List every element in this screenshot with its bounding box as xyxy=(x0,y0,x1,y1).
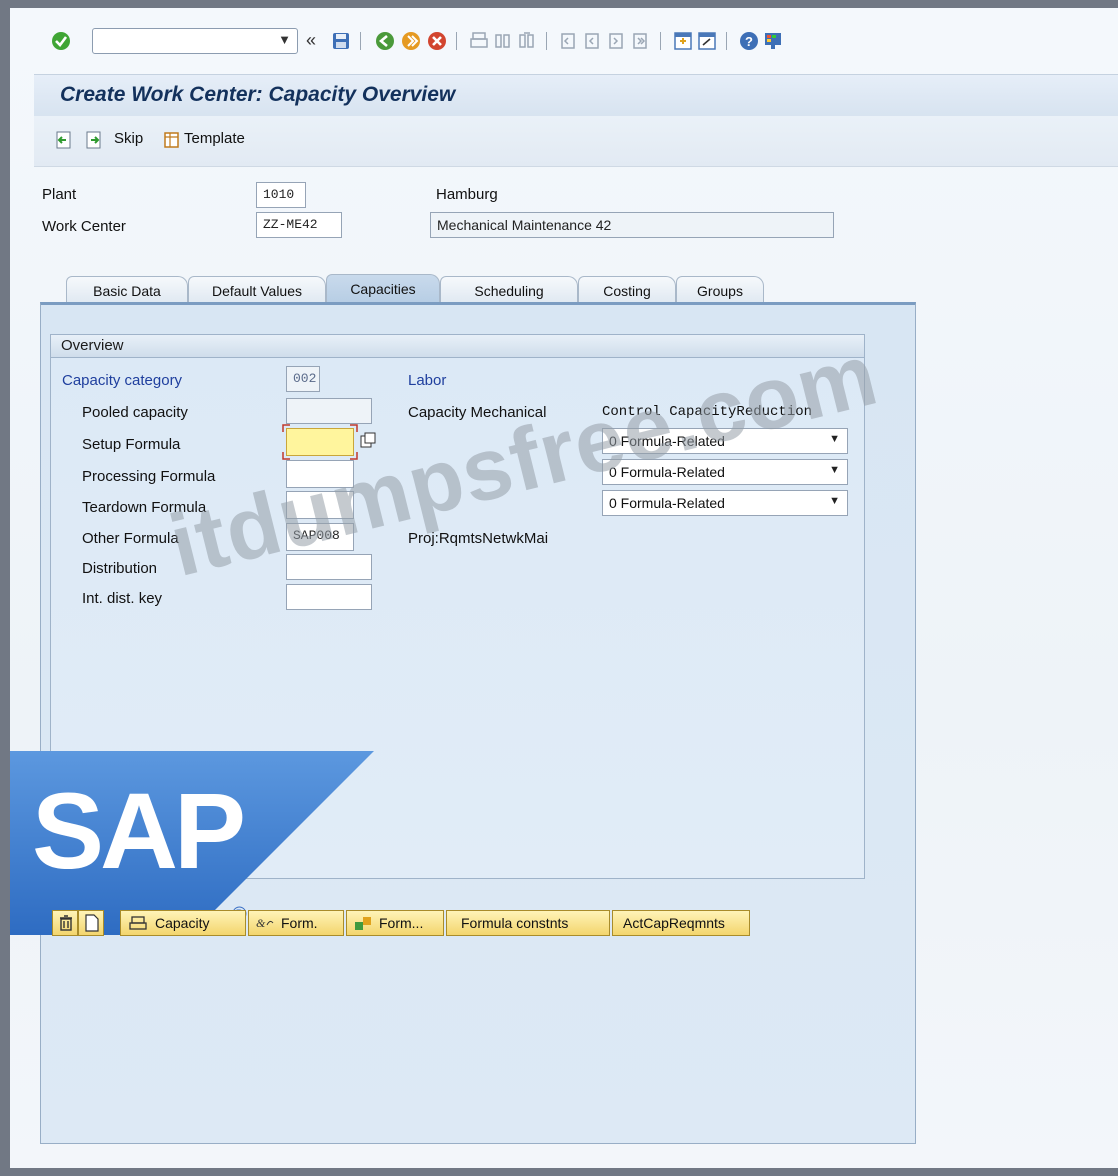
svg-text:?: ? xyxy=(745,34,753,49)
toolbar-separator xyxy=(360,32,361,50)
form-more-button[interactable]: Form... xyxy=(346,910,444,936)
pooled-capacity-field[interactable] xyxy=(286,398,372,424)
form-button[interactable]: & Form. xyxy=(248,910,344,936)
plant-description: Hamburg xyxy=(436,186,498,203)
formula-icon: & xyxy=(256,916,274,930)
previous-page-icon[interactable] xyxy=(582,30,604,52)
svg-text:&: & xyxy=(256,916,266,930)
other-formula-label: Other Formula xyxy=(82,530,179,547)
delete-button[interactable] xyxy=(52,910,78,936)
tab-capacities[interactable]: Capacities xyxy=(326,274,440,304)
next-page-icon[interactable] xyxy=(606,30,628,52)
create-session-icon[interactable] xyxy=(672,30,694,52)
trash-icon xyxy=(60,915,72,931)
last-page-icon[interactable] xyxy=(630,30,652,52)
sap-logo-text: SAP xyxy=(32,770,246,891)
print-icon[interactable] xyxy=(468,30,490,52)
application-toolbar: Skip Template xyxy=(34,116,1118,167)
save-icon[interactable] xyxy=(330,30,352,52)
template-button[interactable]: Template xyxy=(184,130,245,147)
skip-button[interactable]: Skip xyxy=(114,130,143,147)
plant-field[interactable]: 1010 xyxy=(256,182,306,208)
chevron-down-icon[interactable]: ▼ xyxy=(278,32,291,47)
exit-icon[interactable] xyxy=(400,30,422,52)
shortcut-icon[interactable] xyxy=(696,30,718,52)
setup-formula-label: Setup Formula xyxy=(82,436,181,453)
capacity-button[interactable]: Capacity xyxy=(120,910,246,936)
cancel-icon[interactable] xyxy=(426,30,448,52)
back-icon[interactable] xyxy=(374,30,396,52)
form-more-button-label: Form... xyxy=(379,915,424,931)
tab-default-values[interactable]: Default Values xyxy=(188,276,326,304)
collapse-icon[interactable]: « xyxy=(306,30,316,51)
page-title: Create Work Center: Capacity Overview xyxy=(60,83,456,106)
find-icon[interactable] xyxy=(492,30,514,52)
tab-scheduling[interactable]: Scheduling xyxy=(440,276,578,304)
new-entry-button[interactable] xyxy=(78,910,104,936)
formula-constants-button[interactable]: Formula constnts xyxy=(446,910,610,936)
first-page-icon[interactable] xyxy=(558,30,580,52)
plant-label: Plant xyxy=(42,186,77,203)
capacity-category-label: Capacity category xyxy=(62,372,183,389)
work-center-field[interactable]: ZZ-ME42 xyxy=(256,212,342,238)
toolbar-separator xyxy=(546,32,547,50)
overview-title: Overview xyxy=(61,337,124,354)
pooled-capacity-label: Pooled capacity xyxy=(82,404,188,421)
work-center-description-field: Mechanical Maintenance 42 xyxy=(430,212,834,238)
toolbar-separator xyxy=(456,32,457,50)
processing-formula-label: Processing Formula xyxy=(82,468,216,485)
new-document-icon xyxy=(85,914,99,932)
formula-edit-icon xyxy=(355,917,371,930)
chevron-down-icon[interactable]: ▼ xyxy=(829,495,840,507)
reduction-teardown-value: 0 Formula-Related xyxy=(609,495,725,511)
reduction-teardown-dropdown[interactable]: 0 Formula-Related ▼ xyxy=(602,490,848,516)
tab-costing[interactable]: Costing xyxy=(578,276,676,304)
capacity-category-field: 002 xyxy=(286,366,320,392)
title-bar: Create Work Center: Capacity Overview xyxy=(34,74,1118,118)
previous-screen-icon[interactable] xyxy=(54,130,74,150)
toolbar-separator xyxy=(660,32,661,50)
sap-window: ▼ « ? Create Work Center: Capacity Overv… xyxy=(10,8,1118,1168)
act-cap-reqmnts-button[interactable]: ActCapReqmnts xyxy=(612,910,750,936)
system-toolbar: ▼ « ? xyxy=(10,8,1118,74)
work-center-label: Work Center xyxy=(42,218,126,235)
tab-groups[interactable]: Groups xyxy=(676,276,764,304)
customize-layout-icon[interactable] xyxy=(762,30,784,52)
tab-basic-data[interactable]: Basic Data xyxy=(66,276,188,304)
chevron-down-icon[interactable]: ▼ xyxy=(829,464,840,476)
toolbar-separator xyxy=(726,32,727,50)
command-field[interactable]: ▼ xyxy=(92,28,298,54)
template-icon[interactable] xyxy=(162,130,182,150)
help-icon[interactable]: ? xyxy=(738,30,760,52)
capacity-category-description: Labor xyxy=(408,372,447,389)
next-screen-icon[interactable] xyxy=(84,130,104,150)
find-next-icon[interactable] xyxy=(516,30,538,52)
int-dist-key-field[interactable] xyxy=(286,584,372,610)
capacity-button-label: Capacity xyxy=(155,915,210,931)
capacity-icon xyxy=(129,916,147,930)
form-button-label: Form. xyxy=(281,915,318,931)
enter-check-icon[interactable] xyxy=(50,30,72,52)
distribution-label: Distribution xyxy=(82,560,158,577)
int-dist-key-label: Int. dist. key xyxy=(82,590,163,607)
